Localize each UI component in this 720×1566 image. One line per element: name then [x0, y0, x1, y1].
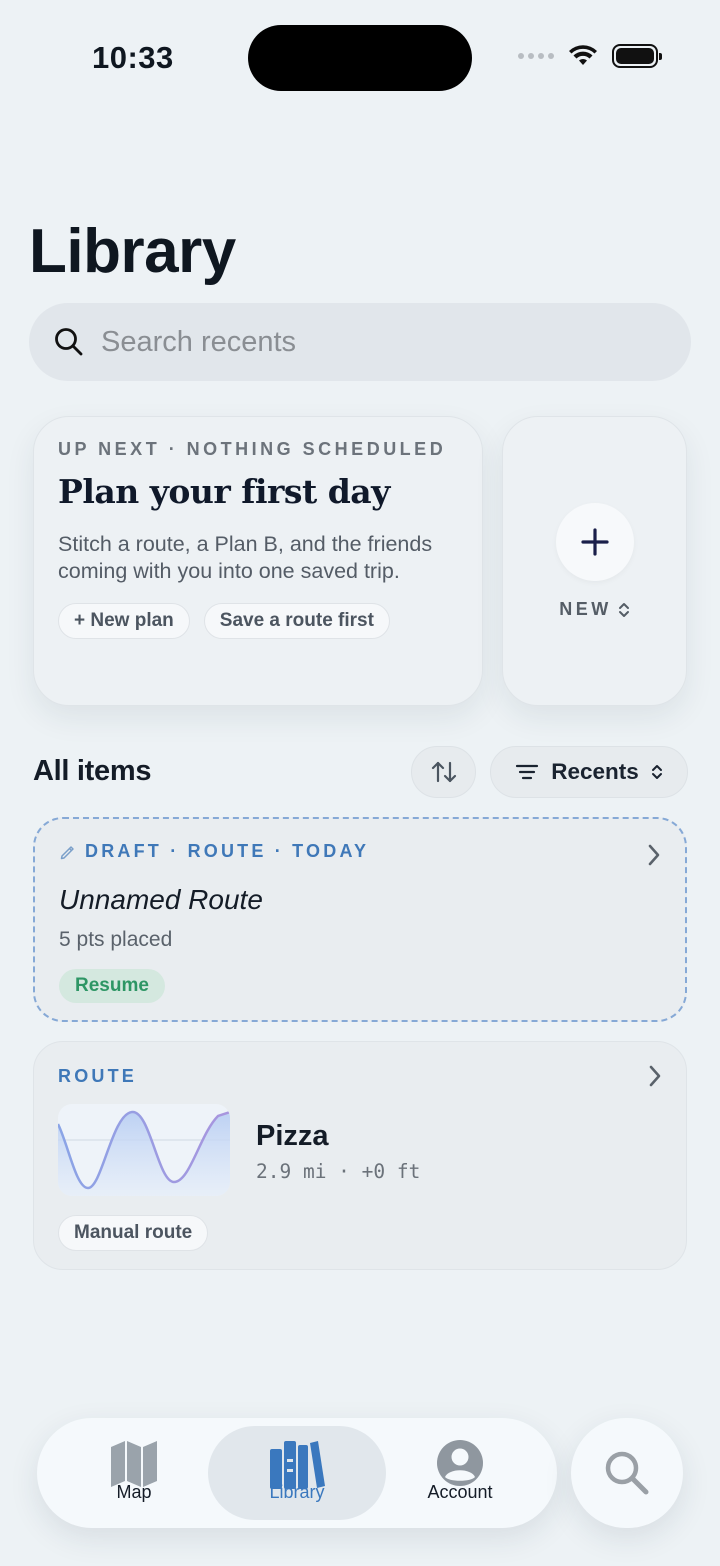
all-items-title: All items — [33, 755, 152, 787]
draft-eyebrow: DRAFT · ROUTE · TODAY — [85, 841, 370, 861]
new-plan-button[interactable]: + New plan — [58, 603, 190, 639]
filter-label: Recents — [551, 759, 639, 784]
map-icon — [111, 1441, 157, 1487]
draft-subtitle: 5 pts placed — [59, 928, 173, 951]
route-name: Pizza — [256, 1120, 329, 1152]
filter-dropdown[interactable]: Recents — [490, 746, 688, 798]
new-card[interactable]: NEW — [502, 416, 687, 706]
up-next-eyebrow: UP NEXT · NOTHING SCHEDULED — [58, 439, 447, 459]
chevron-right-icon — [648, 844, 660, 866]
search-fab-button[interactable] — [571, 1418, 683, 1528]
tab-map[interactable]: Map — [45, 1426, 223, 1520]
search-bar[interactable] — [29, 303, 691, 381]
elevation-thumbnail — [58, 1104, 230, 1196]
search-icon — [605, 1451, 649, 1495]
page-title: Library — [29, 217, 236, 286]
chevron-updown-icon — [618, 602, 629, 617]
draft-route-card[interactable]: DRAFT · ROUTE · TODAY Unnamed Route 5 pt… — [33, 817, 687, 1022]
tab-account[interactable]: Account — [371, 1426, 549, 1520]
sort-arrows-icon — [431, 761, 456, 783]
filter-lines-icon — [516, 764, 539, 780]
chevron-right-icon — [649, 1065, 661, 1087]
resume-button[interactable]: Resume — [59, 969, 165, 1003]
dynamic-island — [248, 25, 472, 91]
tab-library[interactable]: Library — [208, 1426, 386, 1520]
status-indicators — [518, 44, 662, 68]
route-meta: 2.9 mi · +0 ft — [256, 1160, 421, 1183]
up-next-title: Plan your first day — [58, 472, 390, 511]
account-icon — [437, 1440, 483, 1486]
draft-title: Unnamed Route — [59, 884, 263, 915]
save-route-first-button[interactable]: Save a route first — [203, 603, 390, 639]
pencil-icon — [60, 845, 74, 859]
cellular-signal-icon — [518, 53, 554, 59]
new-button[interactable] — [555, 503, 634, 581]
up-next-body: Stitch a route, a Plan B, and the friend… — [58, 532, 433, 583]
up-next-card[interactable]: UP NEXT · NOTHING SCHEDULED Plan your fi… — [33, 416, 483, 706]
manual-route-tag: Manual route — [58, 1215, 209, 1251]
search-input[interactable] — [101, 325, 601, 359]
battery-icon — [612, 44, 662, 68]
tab-bar: Map Library Account — [37, 1418, 557, 1528]
wifi-icon — [569, 45, 597, 65]
route-eyebrow: ROUTE — [58, 1066, 137, 1086]
new-label: NEW — [559, 599, 612, 619]
search-icon — [55, 328, 83, 356]
library-icon — [270, 1441, 325, 1489]
plus-icon — [580, 528, 609, 556]
sort-button[interactable] — [411, 746, 476, 798]
status-time: 10:33 — [92, 40, 174, 75]
chevron-updown-icon — [651, 765, 662, 779]
route-card[interactable]: ROUTE Pizza 2.9 mi · +0 ft Manual route — [33, 1041, 687, 1270]
